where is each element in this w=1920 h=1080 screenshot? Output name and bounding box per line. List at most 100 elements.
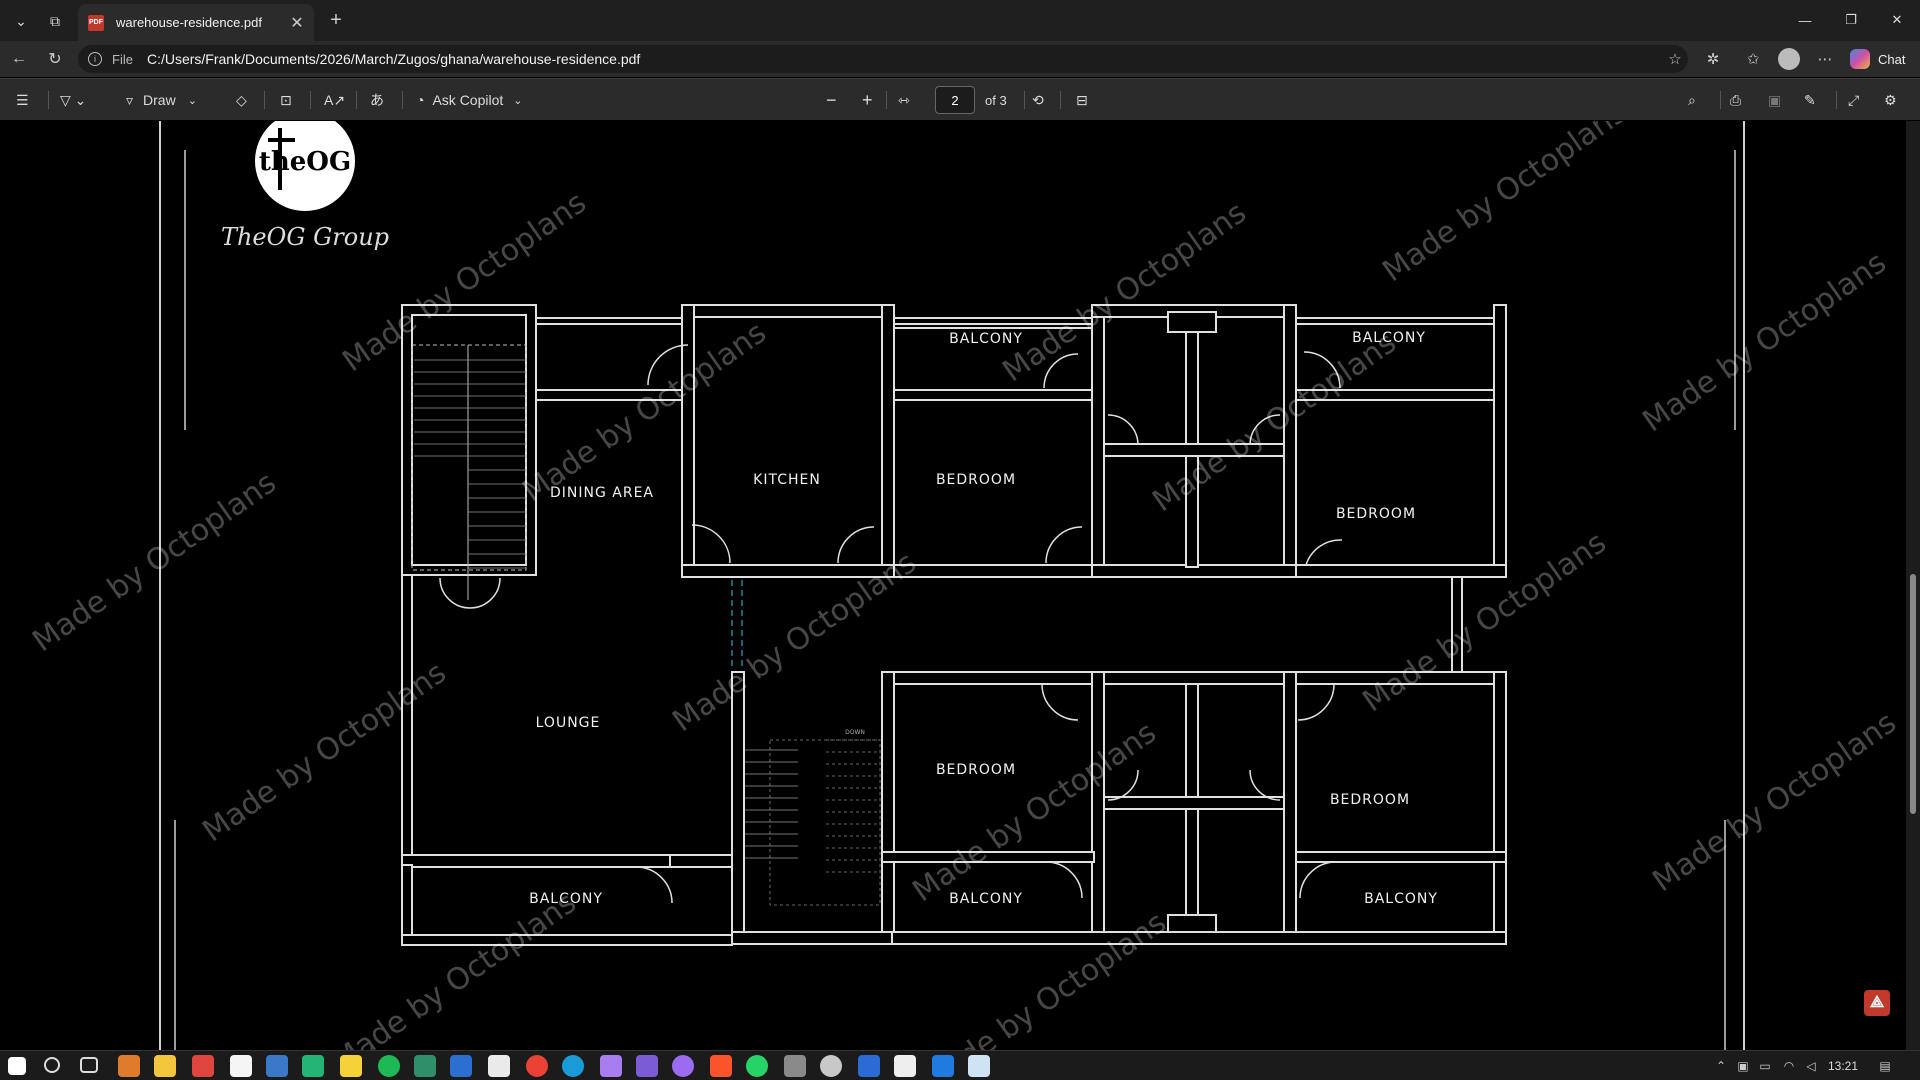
profile-avatar[interactable] xyxy=(1778,48,1800,70)
close-tab-icon[interactable]: ✕ xyxy=(286,13,308,33)
tab-title: warehouse-residence.pdf xyxy=(116,15,262,30)
clock[interactable]: 13:21 xyxy=(1828,1059,1858,1073)
page-view-icon[interactable]: ⊟ xyxy=(1076,87,1088,113)
room-bedroom-top-1: BEDROOM xyxy=(936,472,1016,488)
app-icon[interactable] xyxy=(636,1055,658,1077)
floor-plan-drawing: theOG TheOG Group DOWN DINING AREA KITCH… xyxy=(26,121,1903,1050)
edge-icon[interactable] xyxy=(562,1055,584,1077)
read-aloud-icon[interactable]: A↗ xyxy=(324,87,345,113)
highlight-icon[interactable]: ▽ ⌄ xyxy=(60,87,86,113)
app-icon[interactable] xyxy=(230,1055,252,1077)
ask-copilot-chevron-icon[interactable]: ⌄ xyxy=(513,94,522,107)
toolbar-divider xyxy=(1836,91,1837,109)
pdf-viewer[interactable]: theOG TheOG Group DOWN DINING AREA KITCH… xyxy=(0,121,1920,1050)
app-icon[interactable] xyxy=(488,1055,510,1077)
watermark: Made by Octoplans xyxy=(996,195,1252,389)
wifi-icon[interactable]: ◠ xyxy=(1780,1057,1798,1075)
watermark: Made by Octoplans xyxy=(916,905,1172,1050)
app-icon[interactable] xyxy=(302,1055,324,1077)
app-icon[interactable] xyxy=(118,1055,140,1077)
back-button[interactable]: ← xyxy=(4,46,34,72)
app-icon[interactable] xyxy=(340,1055,362,1077)
app-icon[interactable] xyxy=(450,1055,472,1077)
fit-to-width-icon[interactable]: ⇿ xyxy=(898,87,910,113)
brand-script: TheOG Group xyxy=(221,223,389,251)
volume-icon[interactable]: ◁ xyxy=(1802,1057,1820,1075)
notifications-icon[interactable]: ▤ xyxy=(1876,1057,1894,1075)
room-balcony-bottom-3: BALCONY xyxy=(1364,891,1438,907)
whatsapp-icon[interactable] xyxy=(746,1055,768,1077)
search-icon[interactable]: ⌕ xyxy=(1688,87,1696,113)
contents-list-icon[interactable]: ☰ xyxy=(16,87,29,113)
scrollbar-thumb[interactable] xyxy=(1910,574,1916,814)
app-icon[interactable] xyxy=(600,1055,622,1077)
zoom-out-button[interactable]: − xyxy=(826,87,837,113)
start-windows-icon[interactable] xyxy=(8,1057,26,1075)
watermark: Made by Octoplans xyxy=(326,885,582,1050)
eraser-icon[interactable]: ◇ xyxy=(236,87,247,113)
watermark: Made by Octoplans xyxy=(1146,325,1402,519)
translate-icon[interactable]: あ xyxy=(370,87,384,113)
toolbar-divider xyxy=(1720,91,1721,109)
active-tab[interactable]: PDF warehouse-residence.pdf ✕ xyxy=(78,4,314,41)
zoom-in-button[interactable]: + xyxy=(862,87,873,113)
watermark: Made by Octoplans xyxy=(1376,121,1632,289)
spotify-icon[interactable] xyxy=(378,1055,400,1077)
info-icon[interactable]: i xyxy=(88,52,102,66)
vertical-scrollbar[interactable] xyxy=(1906,121,1920,1050)
battery-icon[interactable]: ▭ xyxy=(1756,1057,1774,1075)
address-url[interactable]: C:/Users/Frank/Documents/2026/March/Zugo… xyxy=(147,51,640,67)
watermark: Made by Octoplans xyxy=(1636,245,1892,439)
page-number-input[interactable]: 2 xyxy=(935,86,975,114)
save-icon[interactable]: ▣ xyxy=(1768,87,1781,113)
file-explorer-icon[interactable] xyxy=(154,1055,176,1077)
tray-app-icon[interactable]: ▣ xyxy=(1734,1057,1752,1075)
settings-icon[interactable] xyxy=(820,1055,842,1077)
chrome-icon[interactable] xyxy=(526,1055,548,1077)
ask-copilot-button[interactable]: ◔ Ask Copilot ⌄ xyxy=(416,87,523,113)
extensions-icon[interactable]: ✲ xyxy=(1700,47,1726,71)
pdf-app-icon[interactable]: ⟁ xyxy=(1864,990,1890,1016)
favorites-icon[interactable]: ✩ xyxy=(1740,47,1766,71)
address-toolbar: ← ↻ i File C:/Users/Frank/Documents/2026… xyxy=(0,41,1920,77)
minimize-button[interactable]: — xyxy=(1782,0,1828,40)
tab-list-button[interactable]: ⌄ xyxy=(6,7,36,35)
address-scheme: File xyxy=(112,51,133,67)
room-bedroom-bottom-1: BEDROOM xyxy=(936,762,1016,778)
restore-button[interactable]: ❐ xyxy=(1828,0,1874,40)
more-options-icon[interactable]: ⋯ xyxy=(1812,47,1838,71)
room-bedroom-top-2: BEDROOM xyxy=(1336,506,1416,522)
favorite-star-icon[interactable]: ☆ xyxy=(1662,47,1688,71)
toolbar-divider xyxy=(886,91,887,109)
search-taskbar-icon[interactable] xyxy=(44,1057,60,1073)
settings-gear-icon[interactable]: ⚙ xyxy=(1884,87,1897,113)
app-icon[interactable] xyxy=(266,1055,288,1077)
task-view-icon[interactable] xyxy=(80,1057,98,1073)
draw-button[interactable]: ▿ Draw ⌄ xyxy=(126,87,197,113)
show-hidden-icons[interactable]: ⌃ xyxy=(1712,1057,1730,1075)
fullscreen-icon[interactable]: ⤢ xyxy=(1848,87,1859,113)
workspaces-icon[interactable]: ⧉ xyxy=(40,7,70,35)
app-icon[interactable] xyxy=(414,1055,436,1077)
draw-chevron-icon[interactable]: ⌄ xyxy=(188,94,197,107)
windows-taskbar: ⌃ ▣ ▭ ◠ ◁ 13:21 ▤ xyxy=(0,1050,1920,1080)
chat-label: Chat xyxy=(1878,51,1906,67)
refresh-button[interactable]: ↻ xyxy=(40,46,70,72)
app-icon[interactable] xyxy=(784,1055,806,1077)
app-icon[interactable] xyxy=(894,1055,916,1077)
app-icon[interactable] xyxy=(968,1055,990,1077)
copilot-chat-button[interactable]: Chat xyxy=(1850,46,1916,72)
app-icon[interactable] xyxy=(672,1055,694,1077)
address-bar[interactable]: i File C:/Users/Frank/Documents/2026/Mar… xyxy=(78,45,1688,73)
app-icon[interactable] xyxy=(192,1055,214,1077)
toolbar-divider xyxy=(402,91,403,109)
brave-icon[interactable] xyxy=(710,1055,732,1077)
new-tab-button[interactable]: + xyxy=(322,8,350,34)
rotate-icon[interactable]: ⟲ xyxy=(1032,87,1044,113)
close-window-button[interactable]: ✕ xyxy=(1874,0,1920,40)
app-icon[interactable] xyxy=(932,1055,954,1077)
print-icon[interactable]: ⎙ xyxy=(1730,87,1741,113)
word-icon[interactable] xyxy=(858,1055,880,1077)
add-text-icon[interactable]: ⊡ xyxy=(280,87,292,113)
save-as-icon[interactable]: ✎ xyxy=(1804,87,1816,113)
